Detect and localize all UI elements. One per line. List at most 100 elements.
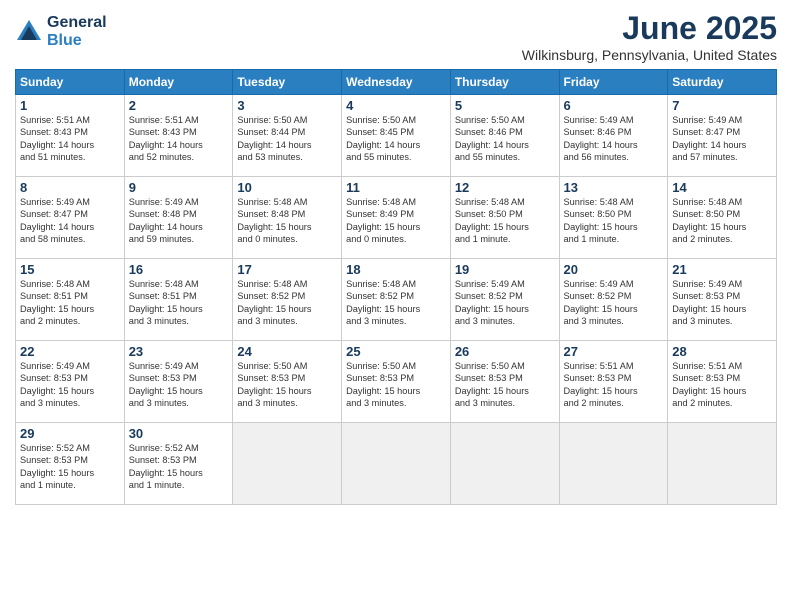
calendar-cell: 2Sunrise: 5:51 AM Sunset: 8:43 PM Daylig…	[124, 95, 233, 177]
cell-text: Sunrise: 5:49 AM Sunset: 8:53 PM Dayligh…	[672, 278, 772, 328]
cell-text: Sunrise: 5:51 AM Sunset: 8:53 PM Dayligh…	[672, 360, 772, 410]
calendar-cell: 7Sunrise: 5:49 AM Sunset: 8:47 PM Daylig…	[668, 95, 777, 177]
cell-text: Sunrise: 5:48 AM Sunset: 8:49 PM Dayligh…	[346, 196, 446, 246]
day-number: 27	[564, 344, 664, 359]
title-area: June 2025 Wilkinsburg, Pennsylvania, Uni…	[522, 10, 777, 63]
logo: General Blue	[15, 14, 107, 49]
calendar-cell: 15Sunrise: 5:48 AM Sunset: 8:51 PM Dayli…	[16, 259, 125, 341]
cell-text: Sunrise: 5:50 AM Sunset: 8:46 PM Dayligh…	[455, 114, 555, 164]
day-number: 7	[672, 98, 772, 113]
calendar-day-header: Wednesday	[342, 70, 451, 95]
calendar-cell: 11Sunrise: 5:48 AM Sunset: 8:49 PM Dayli…	[342, 177, 451, 259]
day-number: 10	[237, 180, 337, 195]
cell-text: Sunrise: 5:48 AM Sunset: 8:52 PM Dayligh…	[346, 278, 446, 328]
calendar-cell: 14Sunrise: 5:48 AM Sunset: 8:50 PM Dayli…	[668, 177, 777, 259]
cell-text: Sunrise: 5:52 AM Sunset: 8:53 PM Dayligh…	[20, 442, 120, 492]
cell-text: Sunrise: 5:49 AM Sunset: 8:52 PM Dayligh…	[455, 278, 555, 328]
day-number: 5	[455, 98, 555, 113]
cell-text: Sunrise: 5:49 AM Sunset: 8:53 PM Dayligh…	[20, 360, 120, 410]
cell-text: Sunrise: 5:48 AM Sunset: 8:50 PM Dayligh…	[672, 196, 772, 246]
calendar-cell: 13Sunrise: 5:48 AM Sunset: 8:50 PM Dayli…	[559, 177, 668, 259]
calendar-cell: 17Sunrise: 5:48 AM Sunset: 8:52 PM Dayli…	[233, 259, 342, 341]
calendar-cell: 22Sunrise: 5:49 AM Sunset: 8:53 PM Dayli…	[16, 341, 125, 423]
day-number: 29	[20, 426, 120, 441]
cell-text: Sunrise: 5:49 AM Sunset: 8:53 PM Dayligh…	[129, 360, 229, 410]
calendar-cell: 4Sunrise: 5:50 AM Sunset: 8:45 PM Daylig…	[342, 95, 451, 177]
cell-text: Sunrise: 5:48 AM Sunset: 8:48 PM Dayligh…	[237, 196, 337, 246]
day-number: 1	[20, 98, 120, 113]
calendar-cell: 30Sunrise: 5:52 AM Sunset: 8:53 PM Dayli…	[124, 423, 233, 505]
day-number: 20	[564, 262, 664, 277]
day-number: 12	[455, 180, 555, 195]
logo-blue-label: Blue	[47, 32, 107, 50]
calendar-day-header: Thursday	[450, 70, 559, 95]
cell-text: Sunrise: 5:51 AM Sunset: 8:43 PM Dayligh…	[129, 114, 229, 164]
day-number: 22	[20, 344, 120, 359]
calendar-week-row: 15Sunrise: 5:48 AM Sunset: 8:51 PM Dayli…	[16, 259, 777, 341]
calendar-cell: 1Sunrise: 5:51 AM Sunset: 8:43 PM Daylig…	[16, 95, 125, 177]
calendar-cell: 20Sunrise: 5:49 AM Sunset: 8:52 PM Dayli…	[559, 259, 668, 341]
calendar-cell: 19Sunrise: 5:49 AM Sunset: 8:52 PM Dayli…	[450, 259, 559, 341]
day-number: 17	[237, 262, 337, 277]
cell-text: Sunrise: 5:48 AM Sunset: 8:51 PM Dayligh…	[20, 278, 120, 328]
cell-text: Sunrise: 5:49 AM Sunset: 8:46 PM Dayligh…	[564, 114, 664, 164]
calendar-day-header: Friday	[559, 70, 668, 95]
day-number: 25	[346, 344, 446, 359]
logo-icon	[15, 18, 43, 46]
day-number: 3	[237, 98, 337, 113]
calendar-cell: 24Sunrise: 5:50 AM Sunset: 8:53 PM Dayli…	[233, 341, 342, 423]
day-number: 13	[564, 180, 664, 195]
calendar-cell: 16Sunrise: 5:48 AM Sunset: 8:51 PM Dayli…	[124, 259, 233, 341]
cell-text: Sunrise: 5:50 AM Sunset: 8:45 PM Dayligh…	[346, 114, 446, 164]
month-title: June 2025	[522, 10, 777, 47]
calendar-header-row: SundayMondayTuesdayWednesdayThursdayFrid…	[16, 70, 777, 95]
day-number: 6	[564, 98, 664, 113]
cell-text: Sunrise: 5:48 AM Sunset: 8:51 PM Dayligh…	[129, 278, 229, 328]
calendar-cell: 27Sunrise: 5:51 AM Sunset: 8:53 PM Dayli…	[559, 341, 668, 423]
calendar-cell: 18Sunrise: 5:48 AM Sunset: 8:52 PM Dayli…	[342, 259, 451, 341]
day-number: 11	[346, 180, 446, 195]
calendar-cell: 3Sunrise: 5:50 AM Sunset: 8:44 PM Daylig…	[233, 95, 342, 177]
day-number: 15	[20, 262, 120, 277]
cell-text: Sunrise: 5:49 AM Sunset: 8:47 PM Dayligh…	[20, 196, 120, 246]
calendar-table: SundayMondayTuesdayWednesdayThursdayFrid…	[15, 69, 777, 505]
calendar-cell	[668, 423, 777, 505]
header: General Blue June 2025 Wilkinsburg, Penn…	[15, 10, 777, 63]
calendar-cell: 6Sunrise: 5:49 AM Sunset: 8:46 PM Daylig…	[559, 95, 668, 177]
calendar-cell: 5Sunrise: 5:50 AM Sunset: 8:46 PM Daylig…	[450, 95, 559, 177]
day-number: 18	[346, 262, 446, 277]
day-number: 30	[129, 426, 229, 441]
calendar-day-header: Saturday	[668, 70, 777, 95]
cell-text: Sunrise: 5:50 AM Sunset: 8:53 PM Dayligh…	[237, 360, 337, 410]
cell-text: Sunrise: 5:50 AM Sunset: 8:53 PM Dayligh…	[455, 360, 555, 410]
calendar-cell: 28Sunrise: 5:51 AM Sunset: 8:53 PM Dayli…	[668, 341, 777, 423]
cell-text: Sunrise: 5:48 AM Sunset: 8:50 PM Dayligh…	[455, 196, 555, 246]
day-number: 26	[455, 344, 555, 359]
day-number: 19	[455, 262, 555, 277]
day-number: 21	[672, 262, 772, 277]
cell-text: Sunrise: 5:50 AM Sunset: 8:53 PM Dayligh…	[346, 360, 446, 410]
day-number: 28	[672, 344, 772, 359]
calendar-week-row: 1Sunrise: 5:51 AM Sunset: 8:43 PM Daylig…	[16, 95, 777, 177]
calendar-cell: 29Sunrise: 5:52 AM Sunset: 8:53 PM Dayli…	[16, 423, 125, 505]
calendar-day-header: Tuesday	[233, 70, 342, 95]
cell-text: Sunrise: 5:51 AM Sunset: 8:53 PM Dayligh…	[564, 360, 664, 410]
day-number: 14	[672, 180, 772, 195]
cell-text: Sunrise: 5:49 AM Sunset: 8:47 PM Dayligh…	[672, 114, 772, 164]
calendar-cell: 26Sunrise: 5:50 AM Sunset: 8:53 PM Dayli…	[450, 341, 559, 423]
calendar-cell	[342, 423, 451, 505]
calendar-cell: 25Sunrise: 5:50 AM Sunset: 8:53 PM Dayli…	[342, 341, 451, 423]
calendar-day-header: Monday	[124, 70, 233, 95]
calendar-cell: 10Sunrise: 5:48 AM Sunset: 8:48 PM Dayli…	[233, 177, 342, 259]
day-number: 9	[129, 180, 229, 195]
location-title: Wilkinsburg, Pennsylvania, United States	[522, 47, 777, 63]
day-number: 23	[129, 344, 229, 359]
cell-text: Sunrise: 5:50 AM Sunset: 8:44 PM Dayligh…	[237, 114, 337, 164]
cell-text: Sunrise: 5:51 AM Sunset: 8:43 PM Dayligh…	[20, 114, 120, 164]
page: General Blue June 2025 Wilkinsburg, Penn…	[0, 0, 792, 612]
cell-text: Sunrise: 5:52 AM Sunset: 8:53 PM Dayligh…	[129, 442, 229, 492]
calendar-week-row: 29Sunrise: 5:52 AM Sunset: 8:53 PM Dayli…	[16, 423, 777, 505]
logo-text: General Blue	[47, 14, 107, 49]
calendar-cell	[450, 423, 559, 505]
calendar-cell: 9Sunrise: 5:49 AM Sunset: 8:48 PM Daylig…	[124, 177, 233, 259]
